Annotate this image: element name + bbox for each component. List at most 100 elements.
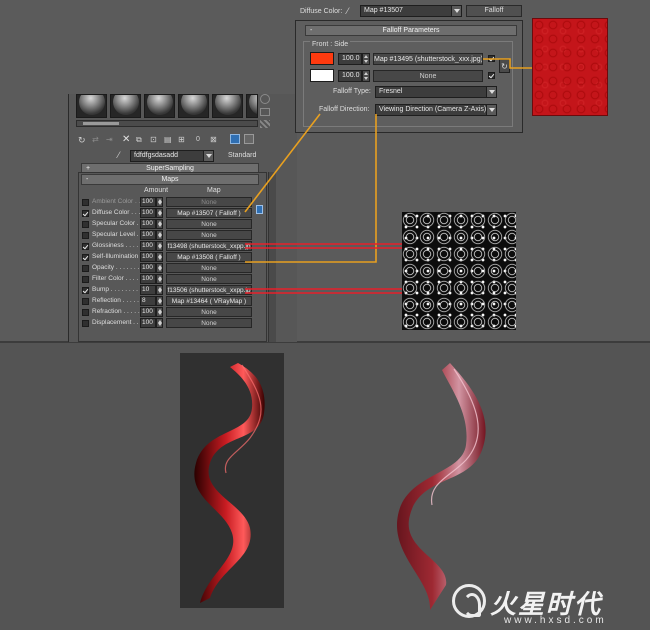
sample-slot-3[interactable] (144, 94, 175, 118)
map-amount-field[interactable]: 8 (140, 296, 156, 306)
map-amount-field[interactable]: 100 (140, 307, 156, 317)
map-slot-button[interactable]: f13506 (shutterstock_xxpp.jp (166, 285, 252, 295)
side-indicator-icon (256, 205, 263, 214)
map-enable-checkbox[interactable] (82, 199, 89, 206)
map-enable-checkbox[interactable] (82, 287, 89, 294)
falloff-direction-dropdown-arrow[interactable] (486, 105, 496, 115)
front-amount-field[interactable]: 100.0 (338, 53, 362, 65)
map-amount-field[interactable]: 100 (140, 230, 156, 240)
slot-scrollbar-thumb[interactable] (83, 122, 119, 125)
map-amount-spinner[interactable] (156, 252, 163, 262)
map-enable-checkbox[interactable] (82, 298, 89, 305)
assign-material-icon[interactable]: ⇥ (106, 135, 113, 144)
map-slot-button[interactable]: None (166, 197, 252, 207)
map-slot-button[interactable]: None (166, 263, 252, 273)
sample-slot-4[interactable] (178, 94, 209, 118)
map-slot-button[interactable]: None (166, 230, 252, 240)
sample-slot-1[interactable] (76, 94, 107, 118)
backlight-icon[interactable] (260, 108, 270, 116)
side-amount-spinner[interactable] (362, 70, 370, 82)
background-icon[interactable] (260, 120, 270, 128)
map-enable-checkbox[interactable] (82, 309, 89, 316)
map-name-field[interactable]: Map #13507 (360, 5, 462, 17)
sample-slot-6[interactable] (246, 94, 258, 118)
panel-scrollbar[interactable] (268, 172, 276, 342)
front-amount-spinner[interactable] (362, 53, 370, 65)
pick-material-icon[interactable]: ⁄ (118, 150, 120, 160)
map-amount-spinner[interactable] (156, 241, 163, 251)
sample-slot-5[interactable] (212, 94, 243, 118)
swap-colors-icon[interactable]: ↻ (499, 59, 510, 73)
map-amount-field[interactable]: 100 (140, 263, 156, 273)
map-amount-spinner[interactable] (156, 230, 163, 240)
map-amount-spinner[interactable] (156, 296, 163, 306)
material-id-value[interactable]: 0 (196, 136, 200, 143)
map-slot-button[interactable]: None (166, 318, 252, 328)
front-map-button[interactable]: Map #13495 (shutterstock_xxx.jpg) (373, 53, 483, 65)
map-enable-checkbox[interactable] (82, 221, 89, 228)
put-to-scene-icon[interactable]: ⇄ (92, 135, 99, 144)
map-amount-field[interactable]: 100 (140, 318, 156, 328)
map-amount-field[interactable]: 100 (140, 274, 156, 284)
red-pattern-texture (532, 18, 608, 116)
side-map-button[interactable]: None (373, 70, 483, 82)
falloff-type-dropdown-arrow[interactable] (486, 87, 496, 97)
maps-rollout[interactable]: - Maps (81, 174, 259, 185)
map-slot-button[interactable]: f13498 (shutterstock_xxpp.jp (166, 241, 252, 251)
map-amount-spinner[interactable] (156, 197, 163, 207)
falloff-parameters-rollout[interactable]: - Falloff Parameters (305, 25, 517, 36)
map-name-dropdown-arrow[interactable] (451, 6, 461, 16)
show-map-icon[interactable]: ⊠ (210, 135, 217, 144)
map-amount-spinner[interactable] (156, 219, 163, 229)
map-amount-field[interactable]: 10 (140, 285, 156, 295)
map-amount-field[interactable]: 100 (140, 241, 156, 251)
show-end-result-icon[interactable] (230, 134, 240, 144)
material-name-dropdown-arrow[interactable] (203, 151, 213, 161)
material-id-icon[interactable]: ⊞ (178, 135, 185, 144)
map-enable-checkbox[interactable] (82, 276, 89, 283)
side-color-swatch[interactable] (310, 69, 334, 82)
map-enable-checkbox[interactable] (82, 265, 89, 272)
map-slot-button[interactable]: Map #13507 ( Falloff ) (166, 208, 252, 218)
map-slot-button[interactable]: Map #13508 ( Falloff ) (166, 252, 252, 262)
map-enable-checkbox[interactable] (82, 232, 89, 239)
go-to-parent-icon[interactable] (244, 134, 254, 144)
copy-material-icon[interactable]: ⧉ (136, 135, 142, 145)
map-enable-checkbox[interactable] (82, 254, 89, 261)
map-enable-checkbox[interactable] (82, 320, 89, 327)
material-name-field[interactable]: fdfdfgsdasadd (130, 150, 214, 162)
map-slot-button[interactable]: Map #13464 ( VRayMap ) (166, 296, 252, 306)
map-amount-spinner[interactable] (156, 285, 163, 295)
map-amount-spinner[interactable] (156, 208, 163, 218)
side-map-checkbox[interactable] (488, 72, 495, 79)
sample-type-icon[interactable] (260, 94, 270, 104)
material-type-button[interactable]: Standard (228, 152, 256, 159)
map-type-button[interactable]: Falloff (466, 5, 522, 17)
falloff-direction-dropdown[interactable]: Viewing Direction (Camera Z-Axis) (375, 104, 497, 116)
slot-scrollbar[interactable] (76, 120, 258, 127)
map-enable-checkbox[interactable] (82, 243, 89, 250)
reset-map-icon[interactable]: ✕ (122, 134, 130, 145)
map-slot-button[interactable]: None (166, 274, 252, 284)
map-amount-spinner[interactable] (156, 274, 163, 284)
side-amount-field[interactable]: 100.0 (338, 70, 362, 82)
put-to-library-icon[interactable]: ▤ (164, 135, 172, 144)
map-amount-spinner[interactable] (156, 263, 163, 273)
front-map-checkbox[interactable] (488, 55, 495, 62)
map-amount-spinner[interactable] (156, 318, 163, 328)
pick-map-icon[interactable]: ⁄ (347, 6, 349, 16)
front-color-swatch[interactable] (310, 52, 334, 65)
falloff-type-dropdown[interactable]: Fresnel (375, 86, 497, 98)
map-amount-spinner[interactable] (156, 307, 163, 317)
map-slot-name: Glossiness . . . . . (92, 242, 142, 249)
map-amount-field[interactable]: 100 (140, 208, 156, 218)
map-enable-checkbox[interactable] (82, 210, 89, 217)
map-amount-field[interactable]: 100 (140, 219, 156, 229)
get-material-icon[interactable]: ↻ (78, 135, 86, 146)
sample-slot-2[interactable] (110, 94, 141, 118)
map-amount-field[interactable]: 100 (140, 197, 156, 207)
map-slot-button[interactable]: None (166, 219, 252, 229)
make-unique-icon[interactable]: ⊡ (150, 135, 157, 144)
map-amount-field[interactable]: 100 (140, 252, 156, 262)
map-slot-button[interactable]: None (166, 307, 252, 317)
